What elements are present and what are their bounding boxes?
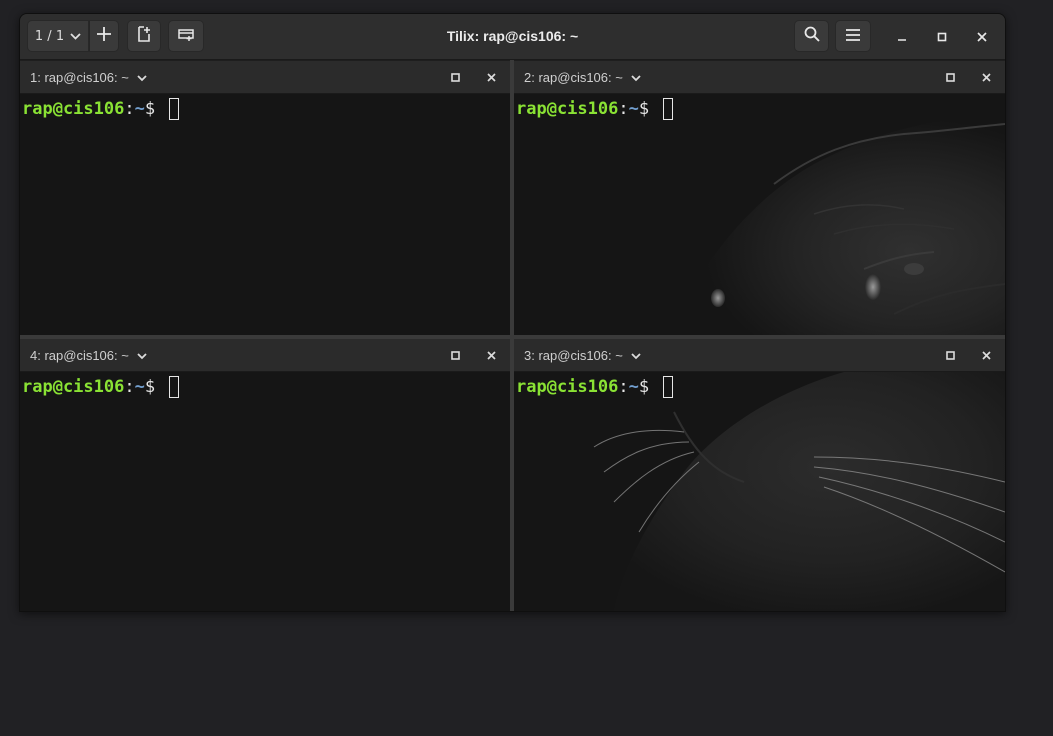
terminal-title: 3: rap@cis106: ~ xyxy=(524,347,623,363)
prompt-path: ~ xyxy=(134,377,145,397)
shell-prompt: rap@cis106:~$ xyxy=(22,98,180,120)
prompt-separator: : xyxy=(124,377,135,397)
terminal-title-menu[interactable]: 1: rap@cis106: ~ xyxy=(30,61,147,93)
prompt-sign: $ xyxy=(144,99,156,119)
terminal-pane-1[interactable]: 1: rap@cis106: ~ rap@cis106:~$ xyxy=(20,61,510,335)
prompt-sign: $ xyxy=(144,377,156,397)
shell-prompt: rap@cis106:~$ xyxy=(516,98,674,120)
add-document-icon xyxy=(137,26,151,46)
terminal-output[interactable]: rap@cis106:~$ xyxy=(20,372,510,611)
terminal-pane-4[interactable]: 4: rap@cis106: ~ rap@cis106:~$ xyxy=(20,339,510,611)
close-terminal-button[interactable] xyxy=(479,65,503,89)
prompt-sign: $ xyxy=(638,377,650,397)
terminal-title-menu[interactable]: 4: rap@cis106: ~ xyxy=(30,339,147,371)
chevron-down-icon xyxy=(70,29,81,44)
close-icon xyxy=(977,27,987,46)
terminal-cursor xyxy=(663,98,674,120)
terminal-title: 2: rap@cis106: ~ xyxy=(524,69,623,85)
cat-background-image xyxy=(664,114,1005,335)
prompt-user-host: rap@cis106 xyxy=(22,377,125,397)
maximize-icon xyxy=(945,348,955,363)
terminal-title: 1: rap@cis106: ~ xyxy=(30,69,129,85)
prompt-path: ~ xyxy=(628,377,639,397)
terminal-title-menu[interactable]: 3: rap@cis106: ~ xyxy=(524,339,641,371)
hamburger-menu-icon xyxy=(845,27,861,46)
terminal-titlebar: 3: rap@cis106: ~ xyxy=(514,339,1005,372)
minimize-icon xyxy=(897,27,907,46)
new-session-button[interactable] xyxy=(127,20,161,52)
main-menu-button[interactable] xyxy=(835,20,871,52)
maximize-icon xyxy=(945,70,955,85)
chevron-down-icon xyxy=(631,70,641,85)
headerbar: 1 / 1 Tilix: rap@cis106: ~ xyxy=(20,14,1005,60)
terminal-titlebar: 2: rap@cis106: ~ xyxy=(514,61,1005,94)
shell-prompt: rap@cis106:~$ xyxy=(22,376,180,398)
prompt-path: ~ xyxy=(628,99,639,119)
terminal-title-menu[interactable]: 2: rap@cis106: ~ xyxy=(524,61,641,93)
terminal-title: 4: rap@cis106: ~ xyxy=(30,347,129,363)
maximize-terminal-button[interactable] xyxy=(938,343,962,367)
cat-background-image xyxy=(593,372,1005,611)
terminal-titlebar: 1: rap@cis106: ~ xyxy=(20,61,510,94)
close-icon xyxy=(981,70,991,85)
close-terminal-button[interactable] xyxy=(479,343,503,367)
plus-icon xyxy=(96,26,112,46)
prompt-sign: $ xyxy=(638,99,650,119)
maximize-terminal-button[interactable] xyxy=(443,65,467,89)
close-icon xyxy=(486,70,496,85)
terminal-pane-2[interactable]: 2: rap@cis106: ~ rap@cis106:~$ xyxy=(514,61,1005,335)
maximize-button[interactable] xyxy=(927,22,957,50)
close-terminal-button[interactable] xyxy=(974,65,998,89)
close-window-button[interactable] xyxy=(967,22,997,50)
prompt-user-host: rap@cis106 xyxy=(516,377,619,397)
prompt-separator: : xyxy=(124,99,135,119)
terminal-output[interactable]: rap@cis106:~$ xyxy=(514,372,1005,611)
maximize-icon xyxy=(937,27,947,46)
prompt-user-host: rap@cis106 xyxy=(516,99,619,119)
search-button[interactable] xyxy=(794,20,829,52)
chevron-down-icon xyxy=(137,70,147,85)
prompt-separator: : xyxy=(618,377,629,397)
tilix-window: 1 / 1 Tilix: rap@cis106: ~ 1: rap@cis106… xyxy=(19,13,1006,612)
prompt-separator: : xyxy=(618,99,629,119)
minimize-button[interactable] xyxy=(887,22,917,50)
prompt-path: ~ xyxy=(134,99,145,119)
terminal-cursor xyxy=(169,98,180,120)
shell-prompt: rap@cis106:~$ xyxy=(516,376,674,398)
chevron-down-icon xyxy=(137,348,147,363)
terminal-cursor xyxy=(169,376,180,398)
session-switcher-button[interactable]: 1 / 1 xyxy=(27,20,89,52)
terminal-output[interactable]: rap@cis106:~$ xyxy=(20,94,510,335)
session-switcher-label: 1 / 1 xyxy=(34,28,65,44)
terminal-pane-3[interactable]: 3: rap@cis106: ~ rap@cis106:~$ xyxy=(514,339,1005,611)
close-icon xyxy=(486,348,496,363)
maximize-icon xyxy=(450,348,460,363)
terminal-titlebar: 4: rap@cis106: ~ xyxy=(20,339,510,372)
close-icon xyxy=(981,348,991,363)
chevron-down-icon xyxy=(631,348,641,363)
close-terminal-button[interactable] xyxy=(974,343,998,367)
maximize-icon xyxy=(450,70,460,85)
add-window-button[interactable] xyxy=(168,20,204,52)
prompt-user-host: rap@cis106 xyxy=(22,99,125,119)
maximize-terminal-button[interactable] xyxy=(938,65,962,89)
terminal-cursor xyxy=(663,376,674,398)
add-window-icon xyxy=(178,27,194,46)
terminal-output[interactable]: rap@cis106:~$ xyxy=(514,94,1005,335)
add-terminal-button[interactable] xyxy=(89,20,119,52)
maximize-terminal-button[interactable] xyxy=(443,343,467,367)
background-window-text: · · · · · · · · xyxy=(18,0,75,5)
horizontal-pane-divider[interactable] xyxy=(20,335,1005,339)
search-icon xyxy=(804,26,820,46)
